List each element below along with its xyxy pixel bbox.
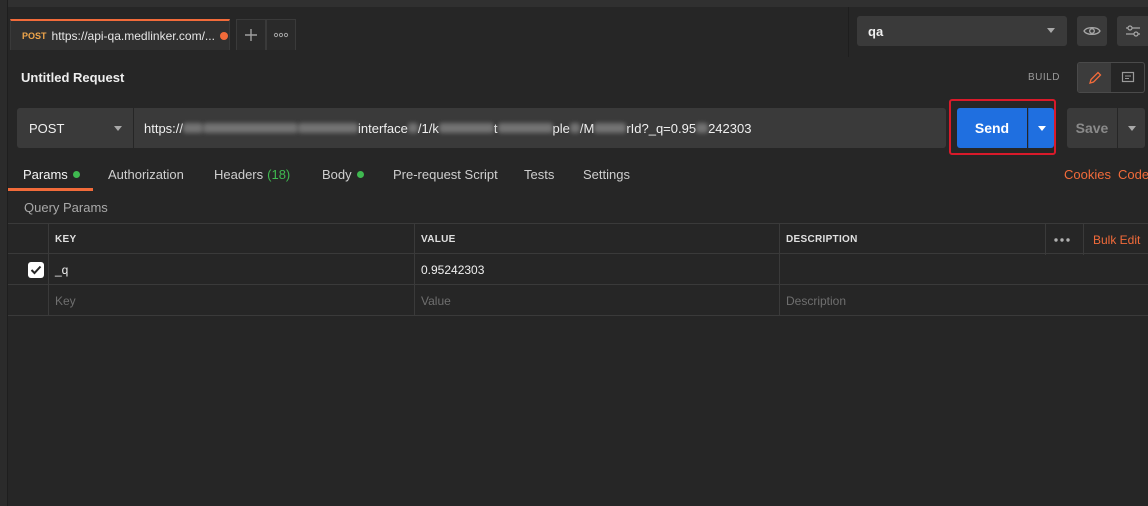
send-options-button[interactable] xyxy=(1028,108,1054,148)
chevron-down-icon xyxy=(1047,28,1055,33)
url-text: interface xyxy=(358,120,408,136)
active-dot-icon xyxy=(72,171,80,179)
environment-select[interactable]: qa xyxy=(857,16,1067,46)
query-params-title: Query Params xyxy=(24,200,108,215)
description-column-header: DESCRIPTION xyxy=(786,234,858,245)
key-column-header: KEY xyxy=(55,234,77,245)
eye-icon xyxy=(1083,26,1101,36)
tab-body[interactable]: Body xyxy=(322,167,364,182)
new-tab-button[interactable] xyxy=(236,19,266,50)
new-value-input[interactable]: Value xyxy=(414,285,779,316)
table-row: _q 0.95242303 xyxy=(8,254,1148,285)
redacted-text xyxy=(696,123,709,133)
plus-icon xyxy=(245,29,257,41)
tab-options-button[interactable] xyxy=(266,19,296,50)
url-text: t xyxy=(493,120,498,136)
mode-label: BUILD xyxy=(1028,72,1060,83)
save-button[interactable]: Save xyxy=(1067,108,1117,148)
save-options-button[interactable] xyxy=(1118,108,1145,148)
environment-quick-look-button[interactable] xyxy=(1077,16,1107,46)
table-row-new: Key Value Description xyxy=(8,285,1148,316)
redacted-text xyxy=(183,123,204,133)
tab-method-label: POST xyxy=(22,30,47,41)
new-description-input[interactable]: Description xyxy=(779,285,1148,316)
value-column-header: VALUE xyxy=(421,234,456,245)
tab-headers-label: Headers xyxy=(214,167,264,182)
chevron-down-icon xyxy=(1127,125,1136,131)
check-icon xyxy=(30,265,42,275)
redacted-text xyxy=(594,123,627,133)
bulk-edit-link[interactable]: Bulk Edit xyxy=(1086,224,1140,255)
redacted-text xyxy=(407,123,418,133)
pencil-icon xyxy=(1088,71,1101,84)
url-text: /M xyxy=(579,120,595,136)
comment-icon xyxy=(1121,71,1134,82)
chevron-down-icon xyxy=(114,126,122,131)
table-header-row: KEY VALUE DESCRIPTION Bulk Edit xyxy=(8,223,1148,255)
url-text: /1/k xyxy=(417,120,439,136)
redacted-text xyxy=(569,123,580,133)
request-title[interactable]: Untitled Request xyxy=(21,70,124,85)
sliders-icon xyxy=(1125,25,1140,37)
ellipsis-icon xyxy=(273,32,289,38)
redacted-text xyxy=(203,123,299,133)
sidebar-edge xyxy=(0,0,8,506)
environment-selected-label: qa xyxy=(868,23,884,39)
method-label: POST xyxy=(29,120,65,136)
code-link[interactable]: Code xyxy=(1118,167,1148,182)
param-key-input[interactable]: _q xyxy=(48,254,414,285)
method-select[interactable]: POST xyxy=(17,108,133,148)
chevron-down-icon xyxy=(1037,125,1046,131)
unsaved-dot-icon xyxy=(219,31,228,40)
url-input[interactable]: https:// interface/1/k t ple/M rId?_q=0.95 24… xyxy=(134,108,946,148)
url-text: rId?_q=0.95 xyxy=(626,120,697,136)
tab-body-label: Body xyxy=(322,167,352,182)
redacted-text xyxy=(298,123,359,133)
redacted-text xyxy=(438,123,494,133)
param-enabled-checkbox[interactable] xyxy=(28,262,44,278)
redacted-text xyxy=(497,123,553,133)
edit-mode-button[interactable] xyxy=(1078,63,1111,92)
ellipsis-icon xyxy=(1054,237,1070,242)
request-title-bar: Untitled Request BUILD xyxy=(8,57,1148,99)
manage-environments-button[interactable] xyxy=(1117,16,1148,46)
url-text: https:// xyxy=(144,120,184,136)
request-sub-tabs: Params Authorization Headers (18) Body Pr… xyxy=(8,156,1148,192)
tab-authorization[interactable]: Authorization xyxy=(108,167,184,182)
comments-button[interactable] xyxy=(1111,63,1144,92)
active-tab-indicator xyxy=(8,188,93,191)
tab-tests[interactable]: Tests xyxy=(524,167,554,182)
top-strip xyxy=(0,0,1148,7)
url-text: ple xyxy=(552,120,570,136)
tab-headers[interactable]: Headers (18) xyxy=(214,167,290,182)
table-options-button[interactable] xyxy=(1048,224,1071,255)
request-tab[interactable]: POST https://api-qa.medlinker.com/... xyxy=(10,19,230,50)
new-key-input[interactable]: Key xyxy=(48,285,414,316)
tab-settings[interactable]: Settings xyxy=(583,167,630,182)
cookies-link[interactable]: Cookies xyxy=(1064,167,1111,182)
tab-params-label: Params xyxy=(23,167,68,182)
url-text: 242303 xyxy=(708,120,752,136)
tab-pre-request-script[interactable]: Pre-request Script xyxy=(393,167,498,182)
mode-toggle xyxy=(1077,62,1145,93)
active-dot-icon xyxy=(356,171,364,179)
param-value-input[interactable]: 0.95242303 xyxy=(414,254,779,285)
headers-count: (18) xyxy=(267,167,291,182)
send-button[interactable]: Send xyxy=(957,108,1027,148)
param-description-input[interactable] xyxy=(779,254,1148,285)
tab-params[interactable]: Params xyxy=(23,167,80,182)
tab-url-label: https://api-qa.medlinker.com/... xyxy=(51,28,215,43)
